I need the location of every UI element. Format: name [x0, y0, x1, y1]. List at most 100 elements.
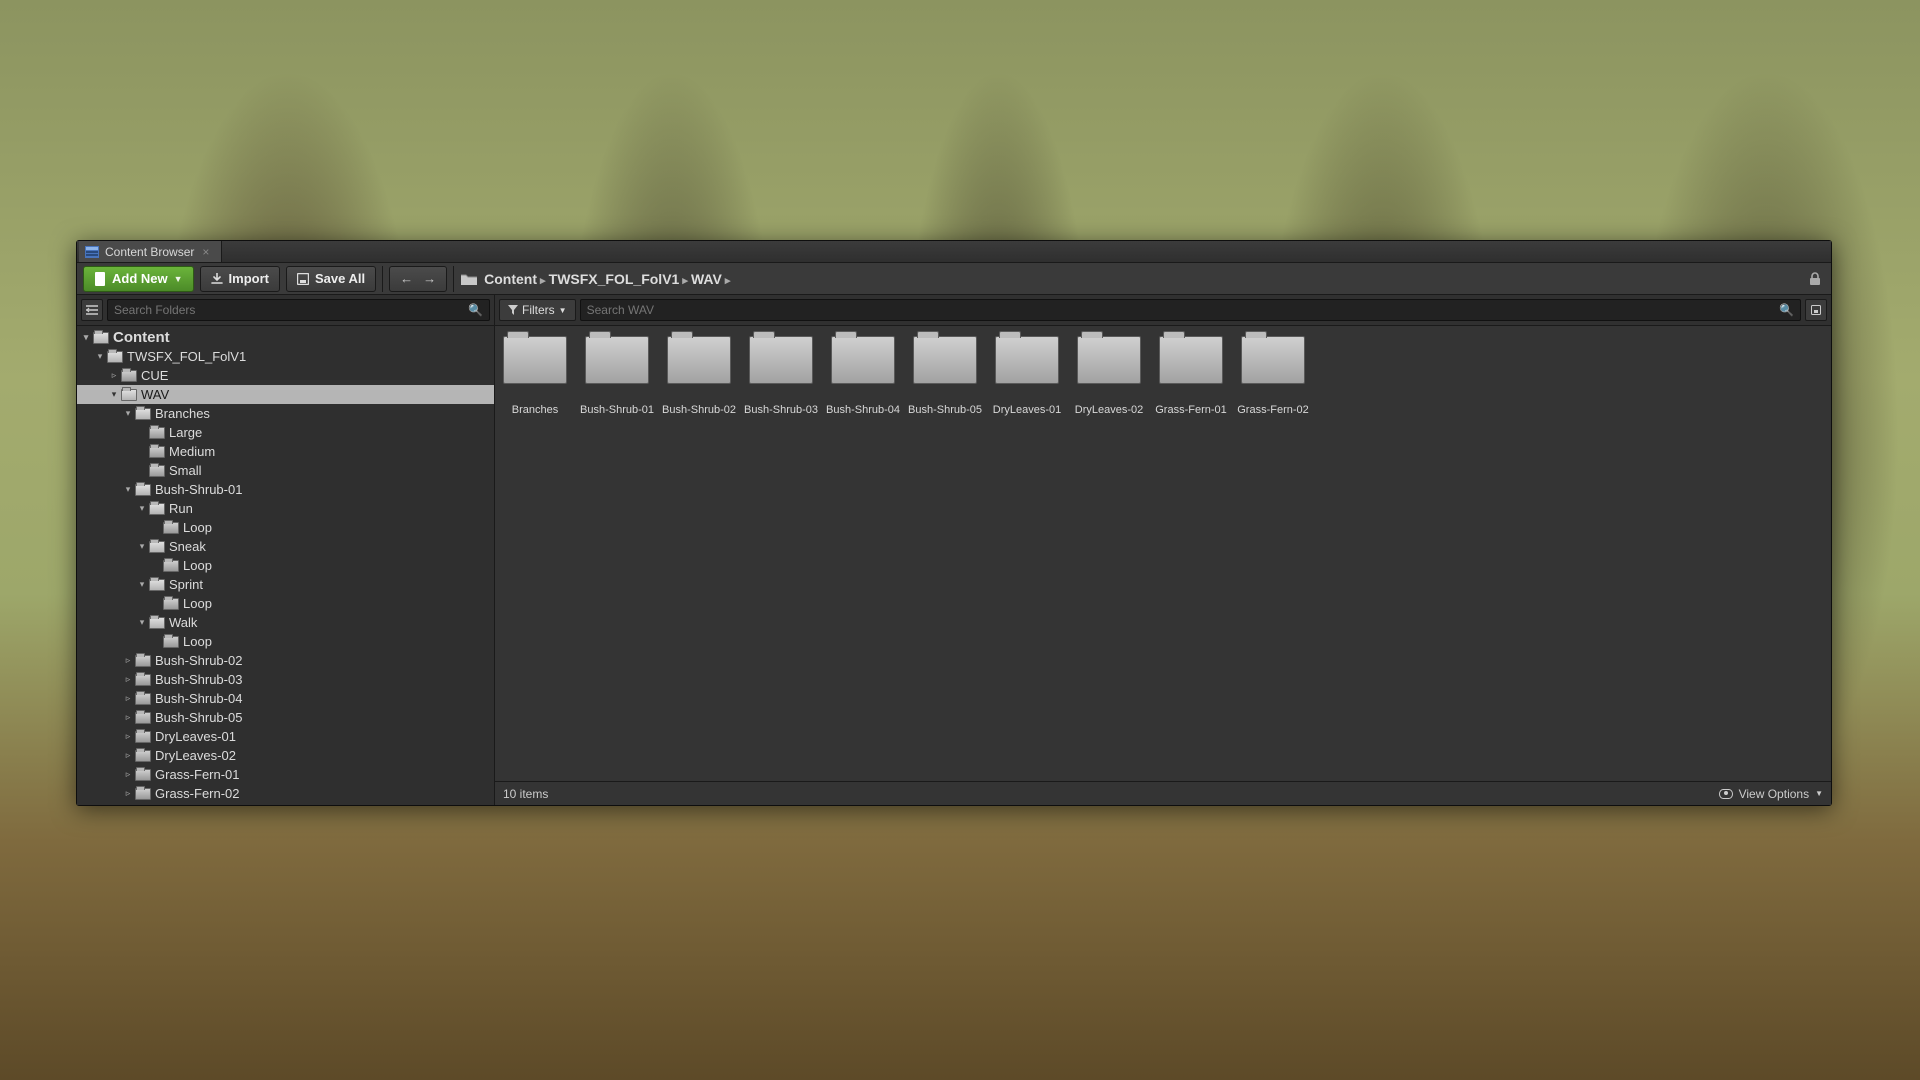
window-tab[interactable]: Content Browser ×: [79, 241, 222, 262]
tree-expander-icon[interactable]: ▾: [123, 484, 133, 495]
tree-expander-icon[interactable]: ▾: [137, 579, 147, 590]
tree-expander-icon[interactable]: ▾: [123, 408, 133, 419]
folder-icon: [163, 598, 179, 610]
tree-row[interactable]: ▹Grass-Fern-02: [77, 784, 494, 803]
tree-row[interactable]: ▹Bush-Shrub-02: [77, 651, 494, 670]
tree-row[interactable]: Loop: [77, 632, 494, 651]
tree-expander-icon[interactable]: ▹: [123, 655, 133, 666]
tree-row[interactable]: ▹DryLeaves-02: [77, 746, 494, 765]
tree-row[interactable]: ▾Bush-Shrub-01: [77, 480, 494, 499]
asset-item[interactable]: DryLeaves-01: [995, 336, 1059, 416]
folder-icon: [163, 522, 179, 534]
tree-row[interactable]: ▾ Sprint: [77, 575, 494, 594]
folder-icon: [667, 336, 731, 384]
save-search-button[interactable]: [1805, 299, 1827, 321]
tree-expander-icon[interactable]: ▹: [123, 674, 133, 685]
filters-button[interactable]: Filters ▼: [499, 299, 576, 321]
breadcrumb-segment[interactable]: WAV: [691, 271, 722, 287]
save-icon: [297, 273, 309, 285]
tree-label: Loop: [183, 558, 212, 573]
tree-label: Bush-Shrub-05: [155, 710, 242, 725]
save-all-button[interactable]: Save All: [286, 266, 376, 292]
tree-row[interactable]: ▹Bush-Shrub-03: [77, 670, 494, 689]
asset-item[interactable]: Branches: [503, 336, 567, 416]
tree-row[interactable]: ▾Run: [77, 499, 494, 518]
tree-expander-icon[interactable]: ▾: [109, 389, 119, 400]
tree-row[interactable]: ▹ Bush-Shrub-05: [77, 708, 494, 727]
view-options-button[interactable]: View Options ▼: [1719, 787, 1823, 801]
asset-item[interactable]: Grass-Fern-01: [1159, 336, 1223, 416]
view-options-label: View Options: [1739, 787, 1809, 801]
tree-label: Sprint: [169, 577, 203, 592]
tree-expander-icon[interactable]: ▹: [109, 370, 119, 381]
import-button[interactable]: Import: [200, 266, 280, 292]
tree-row[interactable]: Loop: [77, 594, 494, 613]
eye-icon: [1719, 789, 1733, 799]
forward-button[interactable]: →: [419, 271, 440, 286]
tree-row[interactable]: ▾Branches: [77, 404, 494, 423]
status-bar: 10 items View Options ▼: [495, 781, 1831, 805]
back-button[interactable]: ←: [396, 271, 417, 286]
asset-item[interactable]: Bush-Shrub-03: [749, 336, 813, 416]
tab-title: Content Browser: [105, 245, 194, 259]
folder-icon: [995, 336, 1059, 384]
folder-icon: [135, 655, 151, 667]
tree-expander-icon[interactable]: ▾: [137, 617, 147, 628]
folder-tree[interactable]: ▾Content▾TWSFX_FOL_FolV1▹CUE▾WAV▾Branche…: [77, 326, 494, 805]
tree-expander-icon[interactable]: ▹: [123, 750, 133, 761]
folder-open-icon[interactable]: [460, 272, 478, 286]
tree-expander-icon[interactable]: ▾: [137, 541, 147, 552]
breadcrumb-segment[interactable]: TWSFX_FOL_FolV1: [549, 271, 680, 287]
folder-icon: [121, 370, 137, 382]
tree-row[interactable]: ▾Walk: [77, 613, 494, 632]
chevron-right-icon: ▸: [722, 275, 731, 287]
asset-grid[interactable]: Branches Bush-Shrub-01 Bush-Shrub-02 Bush-S…: [495, 326, 1831, 781]
tree-expander-icon[interactable]: ▾: [81, 332, 91, 343]
tree-expander-icon[interactable]: ▾: [137, 503, 147, 514]
toolbar: Add New ▼ Import Save All ← → Content ▸ …: [77, 263, 1831, 295]
content-browser-window: Content Browser × Add New ▼ Import Save …: [76, 240, 1832, 806]
close-icon[interactable]: ×: [200, 245, 211, 259]
tree-expander-icon[interactable]: ▹: [123, 769, 133, 780]
tree-row[interactable]: Large: [77, 423, 494, 442]
folder-icon: [149, 427, 165, 439]
tree-label: Loop: [183, 596, 212, 611]
folder-icon: [149, 503, 165, 515]
tree-row[interactable]: ▾TWSFX_FOL_FolV1: [77, 347, 494, 366]
asset-search-input[interactable]: [587, 303, 1779, 317]
tree-search-input[interactable]: [114, 303, 468, 317]
tree-row[interactable]: ▾Sneak: [77, 537, 494, 556]
tree-search-box[interactable]: 🔍: [107, 299, 490, 321]
tree-row[interactable]: ▹Grass-Fern-01: [77, 765, 494, 784]
tree-row[interactable]: Loop: [77, 556, 494, 575]
tree-row[interactable]: Small: [77, 461, 494, 480]
tree-expander-icon[interactable]: ▹: [123, 693, 133, 704]
asset-item[interactable]: Bush-Shrub-01: [585, 336, 649, 416]
tree-row[interactable]: ▹Bush-Shrub-04: [77, 689, 494, 708]
asset-item[interactable]: Grass-Fern-02: [1241, 336, 1305, 416]
tree-row[interactable]: ▾Content: [77, 328, 494, 347]
tree-row[interactable]: ▹CUE: [77, 366, 494, 385]
sources-toggle-button[interactable]: [81, 299, 103, 321]
tree-expander-icon[interactable]: ▹: [123, 712, 133, 723]
tree-expander-icon[interactable]: ▾: [95, 351, 105, 362]
folder-icon: [135, 693, 151, 705]
tree-row[interactable]: ▾WAV: [77, 385, 494, 404]
file-plus-icon: [94, 272, 106, 286]
asset-item[interactable]: Bush-Shrub-05: [913, 336, 977, 416]
tree-expander-icon[interactable]: ▹: [123, 731, 133, 742]
folder-icon: [135, 712, 151, 724]
asset-item[interactable]: Bush-Shrub-04: [831, 336, 895, 416]
asset-search-box[interactable]: 🔍: [580, 299, 1801, 321]
folder-icon: [1241, 336, 1305, 384]
tree-expander-icon[interactable]: ▹: [123, 788, 133, 799]
breadcrumb-segment[interactable]: Content: [484, 271, 537, 287]
tree-row[interactable]: Loop: [77, 518, 494, 537]
tree-search-row: 🔍: [77, 295, 494, 326]
asset-item[interactable]: DryLeaves-02: [1077, 336, 1141, 416]
add-new-button[interactable]: Add New ▼: [83, 266, 194, 292]
lock-icon[interactable]: [1805, 272, 1825, 286]
tree-row[interactable]: ▹DryLeaves-01: [77, 727, 494, 746]
asset-item[interactable]: Bush-Shrub-02: [667, 336, 731, 416]
tree-row[interactable]: Medium: [77, 442, 494, 461]
